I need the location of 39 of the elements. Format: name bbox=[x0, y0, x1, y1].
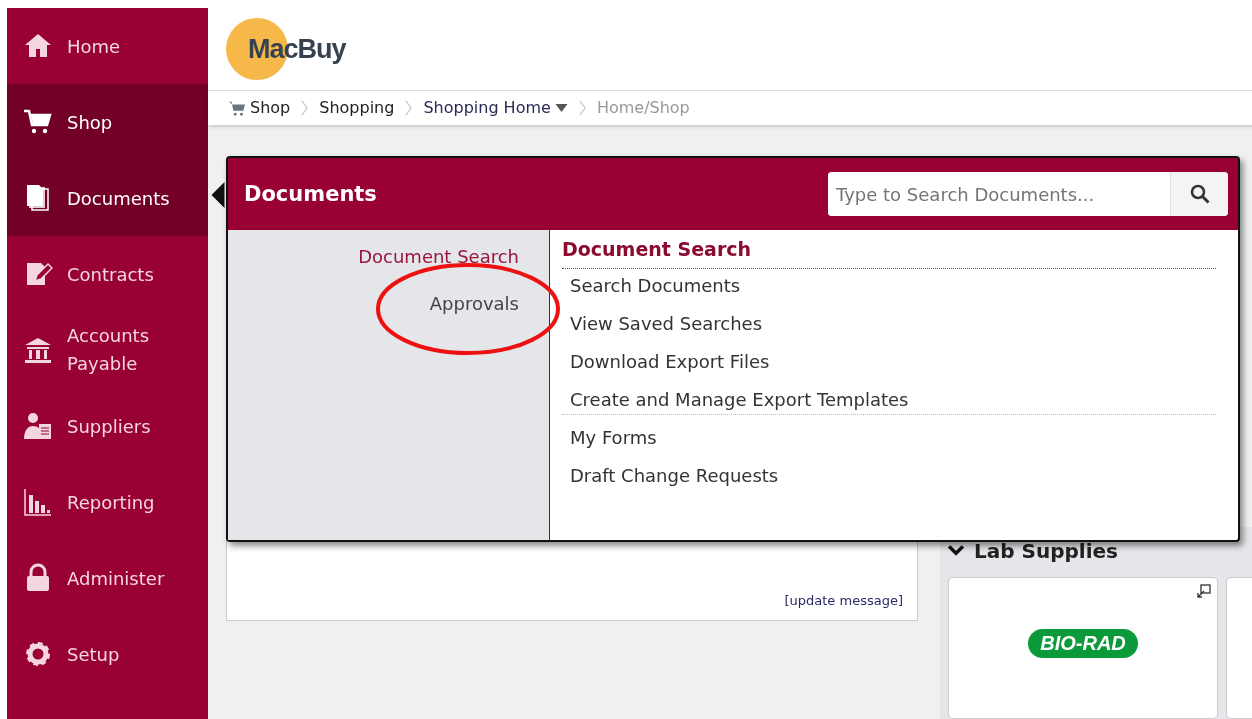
section-title: Lab Supplies bbox=[974, 539, 1118, 563]
breadcrumb-link[interactable]: Shopping bbox=[319, 98, 395, 118]
category-link[interactable]: Document Search bbox=[358, 246, 519, 267]
sidebar-item[interactable]: Shop bbox=[7, 84, 208, 160]
search-button[interactable] bbox=[1170, 172, 1228, 216]
sidebar-item[interactable]: Contracts bbox=[7, 236, 208, 312]
person-clipboard-icon bbox=[23, 411, 53, 441]
search-icon bbox=[1189, 184, 1210, 204]
menu-link[interactable]: My Forms bbox=[570, 427, 657, 448]
sidebar-item[interactable]: Setup bbox=[7, 616, 208, 692]
supplier-card[interactable]: BIO-RAD bbox=[948, 577, 1218, 719]
menu-link[interactable]: Search Documents bbox=[570, 275, 741, 296]
caret-icon bbox=[554, 103, 568, 112]
sidebar-item[interactable]: Reporting bbox=[7, 464, 208, 540]
menu-link[interactable]: View Saved Searches bbox=[570, 313, 763, 334]
sidebar-item[interactable]: Home bbox=[7, 8, 208, 84]
breadcrumb-link[interactable]: Shopping Home bbox=[423, 98, 568, 118]
menu-title: Documents bbox=[244, 182, 377, 206]
supplier-logo: BIO-RAD bbox=[1028, 628, 1138, 658]
bank-icon bbox=[23, 335, 53, 365]
category-link[interactable]: Approvals bbox=[429, 293, 519, 314]
collapse-chevron-icon[interactable] bbox=[948, 545, 964, 557]
menu-link[interactable]: Download Export Files bbox=[570, 351, 770, 372]
update-message-link[interactable]: [update message] bbox=[784, 593, 903, 608]
chevron-icon bbox=[300, 98, 310, 117]
sidebar-item[interactable]: Accounts Payable bbox=[7, 312, 208, 388]
search-field[interactable]: Type to Search Documents... bbox=[828, 172, 1228, 216]
chevron-icon bbox=[577, 98, 587, 117]
menu-link[interactable]: Create and Manage Export Templates bbox=[570, 389, 909, 410]
sidebar-item[interactable]: Suppliers bbox=[7, 388, 208, 464]
bar-chart-icon bbox=[23, 487, 53, 517]
chevron-icon bbox=[404, 98, 414, 117]
settings-icon bbox=[23, 639, 53, 669]
popout-icon bbox=[1197, 584, 1211, 598]
section-heading: Document Search bbox=[562, 238, 1216, 269]
sidebar-item[interactable]: Administer bbox=[7, 540, 208, 616]
menu-link[interactable]: Draft Change Requests bbox=[570, 465, 779, 486]
sidebar-item[interactable]: Documents bbox=[7, 160, 208, 236]
breadcrumb-link[interactable]: Shop bbox=[228, 98, 291, 118]
